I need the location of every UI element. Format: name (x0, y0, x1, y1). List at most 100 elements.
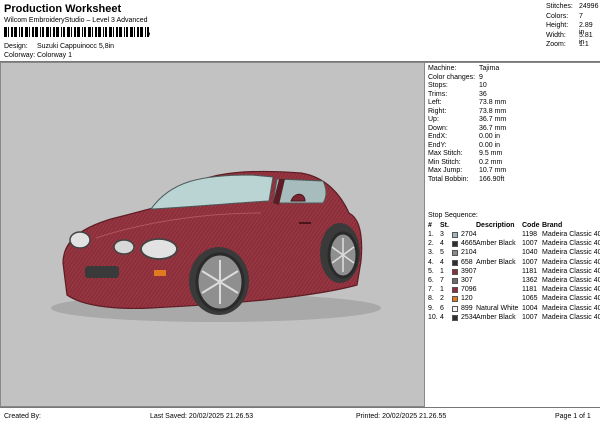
stop-brand: Madeira Classic 40 (542, 267, 600, 275)
stop-st: 1 (440, 286, 444, 294)
stop-brand: Madeira Classic 40 (542, 240, 600, 248)
header-code: Code (522, 222, 540, 229)
stop-brand: Madeira Classic 40 (542, 286, 600, 294)
barcode-bar (124, 27, 125, 37)
stop-brand: Madeira Classic 40 (542, 295, 600, 303)
stop-code: 1181 (522, 286, 538, 294)
stop-color-number: 658 (461, 258, 473, 266)
barcode-bar (25, 27, 28, 37)
barcode-bar (21, 27, 23, 37)
design-label: Design: (4, 43, 28, 50)
barcode-bar (29, 27, 30, 37)
stat-label: Colors: (546, 12, 569, 20)
stop-st: 3 (440, 231, 444, 238)
info-row: Max Jump: 10.7 mm (428, 167, 598, 175)
stop-color-number: 4665 (461, 240, 477, 248)
software-subtitle: Wilcom EmbroideryStudio – Level 3 Advanc… (4, 17, 148, 24)
color-swatch (452, 314, 458, 321)
barcode-bar (84, 27, 86, 37)
info-value: 0.00 in (479, 141, 501, 149)
info-label: Max Stitch: (428, 150, 463, 157)
stat-row-height: Height: 2.89 in (546, 22, 600, 36)
info-value: 0.2 mm (479, 158, 503, 166)
barcode-bar (119, 27, 122, 37)
info-value: 36 (479, 90, 487, 98)
stop-brand: Madeira Classic 40 (542, 258, 600, 266)
stat-row-stitches: Stitches: 24996 (546, 3, 600, 13)
barcode-bar (105, 27, 107, 37)
info-row: Min Stitch: 0.2 mm (428, 159, 598, 167)
barcode-bar (71, 27, 72, 37)
stop-code: 1065 (522, 295, 538, 303)
stop-row: 2. 4 4665 Amber Black 1007 Madeira Classic 40 (428, 240, 600, 249)
info-value: 10.7 mm (479, 167, 507, 174)
barcode-bar (82, 27, 83, 37)
page-number: Page 1 of 1 (555, 413, 591, 420)
color-swatch (452, 232, 458, 238)
barcode-bar (103, 27, 104, 37)
stop-index: 4. (428, 258, 434, 266)
stop-color-number: 7096 (461, 286, 477, 294)
stop-index: 7. (428, 286, 434, 294)
barcode-bar (77, 27, 80, 37)
stop-brand: Madeira Classic 40 (542, 249, 600, 257)
stat-value: 7 (579, 12, 583, 20)
info-value: Tajima (479, 65, 500, 72)
stop-description: Amber Black (476, 240, 516, 248)
stop-color-number: 899 (461, 304, 473, 312)
stop-color-number: 2104 (461, 249, 477, 257)
info-value: 9.5 mm (479, 150, 503, 157)
fog-light (113, 239, 135, 255)
info-label: Total Bobbin: (428, 175, 469, 183)
stop-st: 7 (440, 277, 444, 284)
colorway-row: Colorway: Colorway 1 (4, 52, 304, 61)
info-row: Color changes: 9 (428, 74, 598, 82)
stop-index: 10. (428, 313, 438, 321)
info-value: 73.8 mm (479, 99, 507, 106)
color-swatch (452, 250, 458, 257)
info-label: EndY: (428, 141, 447, 149)
stop-code: 1040 (522, 249, 538, 257)
header-st: St. (440, 222, 449, 229)
barcode-bar (14, 27, 17, 37)
barcode-bar (61, 27, 62, 37)
barcode-bar (98, 27, 101, 37)
color-swatch (452, 305, 458, 312)
barcode-bar (63, 27, 65, 37)
stop-description: Amber Black (476, 258, 516, 266)
info-row: Up: 36.7 mm (428, 116, 598, 124)
front-grille (85, 266, 119, 278)
stop-color-number: 2704 (461, 231, 477, 238)
stop-row: 3. 5 2104 1040 Madeira Classic 40 (428, 249, 600, 258)
barcode-bar (88, 27, 91, 37)
info-label: Color changes: (428, 73, 476, 81)
stat-value: 24996 (579, 3, 599, 10)
info-row: Left: 73.8 mm (428, 99, 598, 107)
stat-value: 1:1 (579, 41, 589, 48)
stop-st: 6 (440, 304, 444, 312)
barcode-bar (140, 27, 143, 37)
barcode-bar (42, 27, 44, 37)
design-preview (0, 62, 425, 407)
footer: Created By: Last Saved: 20/02/2025 21.26… (0, 407, 600, 425)
stop-st: 4 (440, 313, 444, 321)
info-row: Right: 73.8 mm (428, 108, 598, 116)
info-row: Max Stitch: 9.5 mm (428, 150, 598, 158)
stop-code: 1007 (522, 313, 538, 321)
top-stats: Stitches: 24996 Colors: 7 Height: 2.89 in W… (546, 3, 600, 51)
stop-row: 7. 1 7096 1181 Madeira Classic 40 (428, 286, 600, 295)
stat-row-zoom: Zoom: 1:1 (546, 41, 600, 51)
info-row: EndX: 0.00 in (428, 133, 598, 141)
stat-row-width: Width: 5.81 in (546, 32, 600, 46)
barcode-bar (32, 27, 34, 37)
barcode-bar (8, 27, 9, 37)
stop-index: 5. (428, 267, 434, 275)
stop-description: Amber Black (476, 313, 516, 321)
stop-code: 1004 (522, 304, 538, 312)
info-row: Total Bobbin: 166.90ft (428, 176, 598, 184)
barcode-bar (95, 27, 97, 37)
color-swatch (452, 287, 458, 294)
stop-row: 4. 4 658 Amber Black 1007 Madeira Classic 40 (428, 259, 600, 268)
left-headlight (69, 231, 91, 249)
info-value: 10 (479, 82, 487, 89)
